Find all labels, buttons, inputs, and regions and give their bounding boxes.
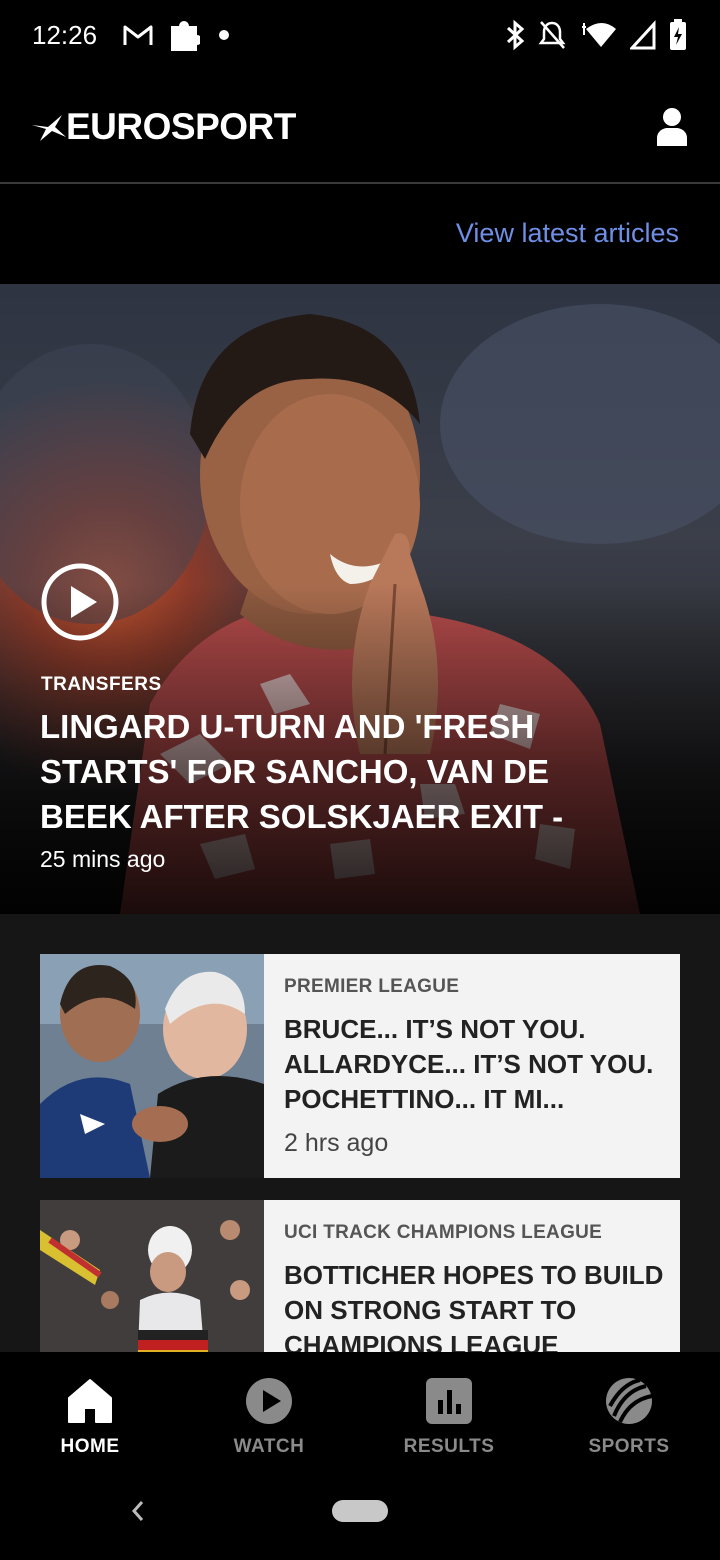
latest-articles-bar: View latest articles (0, 184, 720, 284)
signal-icon (630, 20, 656, 50)
article-timestamp: 2 hrs ago (284, 1129, 389, 1157)
nav-results[interactable]: RESULTS (379, 1376, 519, 1458)
eurosport-logo[interactable]: EUROSPORT (32, 106, 296, 148)
wifi-icon (582, 23, 616, 47)
nav-sports[interactable]: SPORTS (559, 1376, 699, 1458)
status-time: 12:26 (32, 20, 98, 50)
article-thumbnail (40, 1200, 264, 1352)
nav-home-label: HOME (60, 1436, 120, 1457)
view-latest-articles-link[interactable]: View latest articles (456, 218, 679, 249)
battery-icon (670, 19, 686, 50)
hero-title[interactable]: LINGARD U-TURN AND 'FRESH STARTS' FOR SA… (40, 704, 600, 839)
nav-watch[interactable]: WATCH (199, 1376, 339, 1458)
hero-category: TRANSFERS (41, 674, 162, 695)
nav-home[interactable]: HOME (20, 1376, 160, 1458)
article-thumbnail (40, 954, 264, 1178)
article-card[interactable]: UCI TRACK CHAMPIONS LEAGUE BOTTICHER HOP… (40, 1200, 680, 1352)
puzzle-icon (171, 21, 200, 51)
article-list: PREMIER LEAGUE BRUCE... IT’S NOT YOU. AL… (0, 914, 720, 1352)
hero-article[interactable]: TRANSFERS LINGARD U-TURN AND 'FRESH STAR… (0, 284, 720, 914)
play-video-icon[interactable] (40, 562, 120, 642)
hero-timestamp: 25 mins ago (40, 846, 166, 872)
article-category: PREMIER LEAGUE (284, 976, 460, 997)
article-title[interactable]: BRUCE... IT’S NOT YOU. ALLARDYCE... IT’S… (284, 1012, 664, 1117)
dot-icon (219, 30, 229, 40)
notifications-off-icon (538, 21, 566, 49)
logo-text: EUROSPORT (66, 106, 296, 147)
bar-chart-icon (426, 1378, 472, 1424)
gmail-icon (123, 25, 153, 45)
user-icon[interactable] (656, 106, 688, 146)
home-icon (68, 1379, 112, 1423)
article-title[interactable]: BOTTICHER HOPES TO BUILD ON STRONG START… (284, 1258, 664, 1352)
article-card[interactable]: PREMIER LEAGUE BRUCE... IT’S NOT YOU. AL… (40, 954, 680, 1178)
logo-star-icon (32, 115, 66, 141)
nav-results-label: RESULTS (403, 1436, 495, 1457)
nav-sports-label: SPORTS (588, 1436, 670, 1457)
back-icon[interactable] (128, 1496, 148, 1526)
bottom-navigation: HOME WATCH RESULTS SPORTS (0, 1352, 720, 1464)
bluetooth-icon (506, 19, 525, 51)
system-navigation-bar (0, 1464, 720, 1560)
ball-icon (606, 1378, 653, 1424)
status-bar: 12:26 (0, 0, 720, 72)
article-category: UCI TRACK CHAMPIONS LEAGUE (284, 1222, 603, 1243)
app-header: EUROSPORT (0, 72, 720, 184)
nav-watch-label: WATCH (233, 1436, 305, 1457)
home-pill[interactable] (332, 1500, 388, 1522)
play-icon (246, 1378, 292, 1424)
